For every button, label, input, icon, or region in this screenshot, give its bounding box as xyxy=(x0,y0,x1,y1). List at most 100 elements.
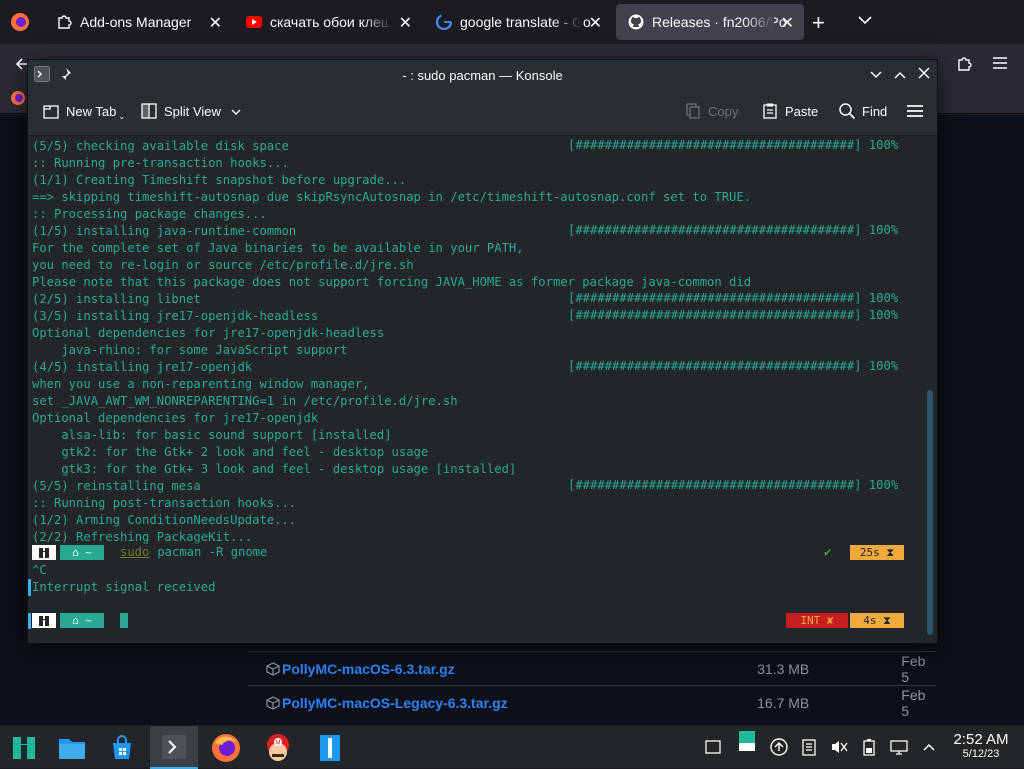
progress-bar-text: [######################################]… xyxy=(568,223,899,237)
updates-icon[interactable] xyxy=(770,738,788,756)
terminal-line: :: Running post-transaction hooks... xyxy=(32,496,297,510)
asset-size: 16.7 MB xyxy=(757,694,810,711)
extensions-icon[interactable] xyxy=(956,56,972,77)
search-icon xyxy=(838,102,856,120)
asset-size: 31.3 MB xyxy=(757,660,810,677)
terminal-line: gtk3: for the Gtk+ 3 look and feel - des… xyxy=(32,462,517,476)
browser-tab[interactable]: скачать обои клеш р ✕ xyxy=(234,4,422,40)
terminal-line: (4/5) installing jre17-openjdk xyxy=(32,360,253,374)
find-label: Find xyxy=(862,103,888,119)
application-launcher-icon[interactable] xyxy=(0,726,48,769)
firefox-icon[interactable] xyxy=(10,90,26,111)
terminal-line: java-rhino: for some JavaScript support xyxy=(32,343,348,357)
youtube-icon xyxy=(246,14,262,30)
chevron-down-icon: ⌄ xyxy=(118,112,126,121)
terminal-line: (1/2) Arming ConditionNeedsUpdate... xyxy=(32,513,297,527)
browser-tab[interactable]: Add-ons Manager ✕ xyxy=(44,4,232,40)
scrollbar-thumb[interactable] xyxy=(927,390,933,635)
maximize-icon[interactable] xyxy=(894,68,906,83)
terminal-line: gtk2: for the Gtk+ 2 look and feel - des… xyxy=(32,445,429,459)
success-icon: ✔ xyxy=(824,545,832,559)
menu-icon[interactable] xyxy=(992,56,1008,75)
firefox-view-icon[interactable] xyxy=(8,10,32,34)
asset-row[interactable]: PollyMC-macOS-6.3.tar.gz 31.3 MB Feb 5 xyxy=(248,651,936,685)
browser-tab-strip: Add-ons Manager ✕ скачать обои клеш р ✕ … xyxy=(0,0,1024,44)
minimize-icon[interactable] xyxy=(870,68,882,83)
terminal-line: ==> skipping timeshift-autosnap due skip… xyxy=(32,190,752,204)
network-icon[interactable] xyxy=(890,738,908,756)
output-marker xyxy=(28,613,31,629)
terminal-line: (5/5) reinstalling mesa xyxy=(32,479,201,493)
new-tab-label: New Tab xyxy=(66,104,117,119)
os-logo-icon xyxy=(39,547,49,558)
duration-segment: 4s ⧗ xyxy=(850,613,904,628)
copy-button[interactable]: Copy xyxy=(684,102,738,120)
new-tab-button[interactable]: + xyxy=(812,10,825,36)
tab-title: Add-ons Manager xyxy=(80,14,192,30)
output-marker xyxy=(28,579,31,596)
close-icon[interactable]: ✕ xyxy=(399,13,412,33)
puzzle-icon xyxy=(56,14,72,30)
window-titlebar[interactable]: - : sudo pacman — Konsole xyxy=(28,60,937,90)
konsole-task-icon[interactable] xyxy=(150,726,198,769)
battery-icon[interactable] xyxy=(860,738,878,756)
split-view-icon xyxy=(140,102,158,120)
terminal-line: set _JAVA_AWT_WM_NONREPARENTING=1 in /et… xyxy=(32,394,458,408)
os-logo-icon xyxy=(39,615,49,626)
mario-game-icon[interactable]: M xyxy=(254,726,302,769)
close-icon[interactable]: ✕ xyxy=(209,13,222,33)
progress-bar-text: [######################################]… xyxy=(568,138,899,152)
volume-muted-icon[interactable] xyxy=(830,738,848,756)
close-icon[interactable]: ✕ xyxy=(781,13,794,33)
terminal-line: Optional dependencies for jre17-openjdk xyxy=(32,411,319,425)
browser-tab-active[interactable]: Releases · fn2006/Po ✕ xyxy=(616,4,804,40)
os-segment xyxy=(32,613,56,628)
terminal-output[interactable]: (5/5) checking available disk space [####… xyxy=(28,137,937,643)
progress-bar-text: [######################################]… xyxy=(568,291,899,305)
os-segment xyxy=(32,545,56,560)
terminal-line: (3/5) installing jre17-openjdk-headless xyxy=(32,309,319,323)
software-store-icon[interactable] xyxy=(98,726,146,769)
browser-tab[interactable]: google translate - Go ✕ xyxy=(424,4,612,40)
document-viewer-icon[interactable] xyxy=(306,726,354,769)
terminal-cursor xyxy=(120,613,128,628)
dir-segment: ⌂ ~ xyxy=(60,545,104,560)
asset-row[interactable]: PollyMC-macOS-Legacy-6.3.tar.gz 16.7 MB … xyxy=(248,685,936,719)
typed-command: pacman -R gnome xyxy=(150,545,268,559)
paste-button[interactable]: Paste xyxy=(761,102,818,120)
terminal-line: Please note that this package does not s… xyxy=(32,275,752,289)
paste-icon xyxy=(761,102,779,120)
terminal-line: (5/5) checking available disk space xyxy=(32,139,289,153)
progress-bar-text: [######################################]… xyxy=(568,308,899,322)
copy-label: Copy xyxy=(708,103,739,119)
close-icon[interactable] xyxy=(918,67,930,82)
terminal-line: ^C xyxy=(32,563,47,577)
paste-label: Paste xyxy=(785,103,819,119)
clock-date[interactable]: 5/12/23 xyxy=(946,748,1016,760)
split-view-button[interactable]: Split View xyxy=(140,102,241,120)
terminal-line: when you use a non-reparenting window ma… xyxy=(32,377,370,391)
clipboard-tray-icon[interactable] xyxy=(738,731,756,751)
terminal-line: :: Processing package changes... xyxy=(32,207,267,221)
firefox-task-icon[interactable] xyxy=(202,726,250,769)
asset-date: Feb 5 xyxy=(901,686,926,719)
terminal-line: (1/5) installing java-runtime-common xyxy=(32,224,297,238)
window-overview-icon[interactable] xyxy=(704,738,722,756)
file-manager-icon[interactable] xyxy=(48,726,96,769)
duration-segment: 25s ⧗ xyxy=(850,545,904,560)
close-icon[interactable]: ✕ xyxy=(589,13,602,33)
konsole-window: - : sudo pacman — Konsole New Tab ⌄ Spli… xyxy=(27,59,938,643)
new-tab-button[interactable]: New Tab ⌄ xyxy=(42,102,125,121)
find-button[interactable]: Find xyxy=(838,102,887,120)
terminal-line: (2/5) installing libnet xyxy=(32,292,201,306)
hamburger-menu-button[interactable] xyxy=(906,102,930,120)
clock-time[interactable]: 2:52 AM xyxy=(946,731,1016,748)
chevron-down-icon xyxy=(231,104,241,119)
asset-link[interactable]: PollyMC-macOS-6.3.tar.gz xyxy=(282,661,722,677)
terminal-line: (2/2) Refreshing PackageKit... xyxy=(32,530,253,544)
chevron-up-icon[interactable] xyxy=(920,738,938,756)
asset-link[interactable]: PollyMC-macOS-Legacy-6.3.tar.gz xyxy=(282,695,722,711)
notes-icon[interactable] xyxy=(800,738,818,756)
list-all-tabs-button[interactable] xyxy=(858,12,872,30)
terminal-line: Interrupt signal received xyxy=(32,580,216,594)
